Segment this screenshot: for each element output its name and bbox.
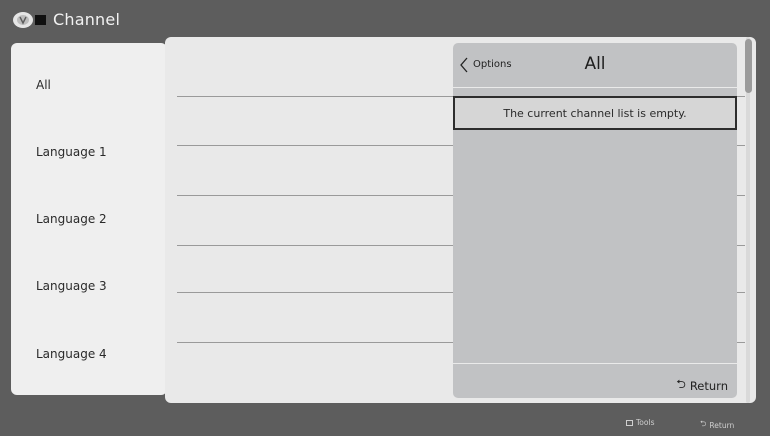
sidebar-item-language-1[interactable]: Language 1 (36, 145, 107, 159)
empty-list-message[interactable]: The current channel list is empty. (453, 96, 737, 130)
return-icon: ⮌ (676, 377, 686, 391)
return-hint-label: Return (709, 420, 735, 430)
tools-hint: Tools (626, 418, 654, 427)
return-label: Return (689, 378, 728, 393)
sidebar-item-language-2[interactable]: Language 2 (36, 212, 107, 226)
sidebar-item-language-3[interactable]: Language 3 (36, 279, 107, 293)
tools-icon (626, 419, 633, 426)
remote-hints: Tools ⮌ Return (0, 418, 770, 432)
app-header: Channel (0, 0, 770, 38)
scrollbar-thumb[interactable] (745, 39, 752, 93)
return-hint: ⮌ Return (700, 418, 734, 432)
page-title: Channel (53, 10, 121, 29)
panel-footer: ⮌ Return (453, 363, 737, 399)
scrollbar[interactable] (742, 37, 754, 403)
return-hint-icon: ⮌ (700, 419, 707, 428)
sidebar-item-all[interactable]: All (36, 78, 51, 92)
panel-title: All (584, 54, 606, 74)
tools-hint-label: Tools (636, 418, 655, 427)
options-panel: Options All The current channel list is … (453, 43, 737, 398)
category-sidebar: All Language 1 Language 2 Language 3 Lan… (11, 43, 167, 395)
panel-header: Options All (453, 43, 737, 88)
return-button[interactable]: ⮌ Return (676, 375, 728, 396)
channel-icon (13, 12, 46, 28)
sidebar-item-language-4[interactable]: Language 4 (36, 347, 107, 361)
